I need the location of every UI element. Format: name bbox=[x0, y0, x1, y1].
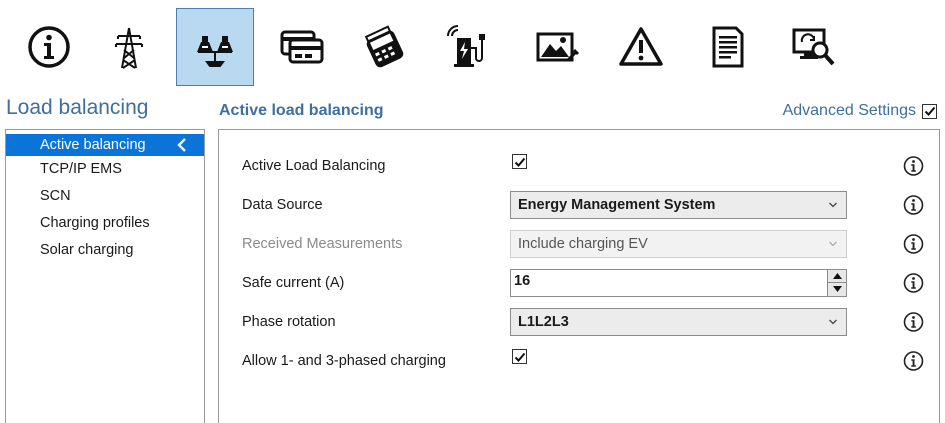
info-icon[interactable] bbox=[903, 350, 924, 371]
sidebar-item-solar-charging[interactable]: Solar charging bbox=[6, 237, 204, 264]
panel-title: Active load balancing bbox=[219, 102, 384, 119]
active-load-balancing-checkbox[interactable] bbox=[512, 154, 527, 169]
card-terminal-icon bbox=[364, 25, 404, 68]
ev-charger-icon bbox=[447, 25, 485, 67]
sidebar-item-charging-profiles[interactable]: Charging profiles bbox=[6, 210, 204, 237]
document-icon bbox=[712, 26, 744, 68]
toolbar-load-balancing-button[interactable] bbox=[176, 8, 254, 86]
data-source-value: Energy Management System bbox=[518, 196, 716, 213]
phase-rotation-label: Phase rotation bbox=[242, 313, 336, 330]
settings-panel: Active Load Balancing Data Source Energy… bbox=[218, 129, 940, 423]
triangle-down-icon bbox=[832, 286, 842, 293]
check-icon bbox=[924, 106, 935, 116]
safe-current-stepper[interactable]: 16 bbox=[510, 268, 847, 297]
safe-current-label: Safe current (A) bbox=[242, 274, 345, 291]
toolbar-display-image-button[interactable] bbox=[518, 8, 596, 86]
advanced-settings-toggle[interactable]: Advanced Settings bbox=[783, 102, 937, 120]
active-load-balancing-row: Active Load Balancing bbox=[219, 146, 941, 185]
sidebar-item-label: TCP/IP EMS bbox=[40, 161, 122, 177]
display-image-icon bbox=[536, 32, 580, 62]
phase-rotation-row: Phase rotation L1L2L3 bbox=[219, 302, 941, 341]
info-icon[interactable] bbox=[903, 311, 924, 332]
info-icon bbox=[28, 26, 70, 68]
triangle-up-icon bbox=[832, 272, 842, 279]
chevron-left-icon bbox=[177, 138, 186, 152]
stepper-buttons bbox=[827, 269, 846, 296]
payment-card-icon bbox=[280, 30, 324, 64]
sidebar-item-scn[interactable]: SCN bbox=[6, 183, 204, 210]
received-measurements-row: Received Measurements Include charging E… bbox=[219, 224, 941, 263]
chevron-down-icon bbox=[829, 319, 837, 324]
check-icon bbox=[514, 352, 525, 362]
warning-icon bbox=[619, 27, 663, 66]
data-source-select[interactable]: Energy Management System bbox=[510, 190, 847, 219]
main-toolbar bbox=[0, 0, 945, 90]
toolbar-info-button[interactable] bbox=[10, 8, 88, 86]
advanced-settings-checkbox[interactable] bbox=[922, 103, 937, 119]
sidebar-item-label: SCN bbox=[40, 188, 71, 204]
allow-phased-charging-checkbox[interactable] bbox=[512, 349, 527, 364]
active-load-balancing-label: Active Load Balancing bbox=[242, 157, 386, 174]
remote-diagnostics-icon bbox=[792, 28, 835, 66]
stepper-down-button[interactable] bbox=[828, 282, 846, 296]
toolbar-payment-card-button[interactable] bbox=[262, 8, 340, 86]
toolbar-ev-charger-button[interactable] bbox=[428, 8, 506, 86]
chevron-down-icon bbox=[829, 202, 837, 207]
sidebar-item-label: Solar charging bbox=[40, 242, 134, 258]
toolbar-card-terminal-button[interactable] bbox=[346, 8, 424, 86]
toolbar-remote-diagnostics-button[interactable] bbox=[774, 8, 852, 86]
info-icon[interactable] bbox=[903, 272, 924, 293]
data-source-label: Data Source bbox=[242, 196, 323, 213]
received-measurements-label: Received Measurements bbox=[242, 235, 403, 252]
allow-phased-charging-row: Allow 1- and 3-phased charging bbox=[219, 341, 941, 380]
load-balancing-icon bbox=[197, 36, 233, 67]
section-title: Load balancing bbox=[6, 96, 149, 119]
sidebar-item-tcpip-ems[interactable]: TCP/IP EMS bbox=[6, 156, 204, 183]
data-source-row: Data Source Energy Management System bbox=[219, 185, 941, 224]
phase-rotation-value: L1L2L3 bbox=[518, 313, 569, 330]
sidebar-item-label: Charging profiles bbox=[40, 215, 150, 231]
toolbar-power-grid-button[interactable] bbox=[90, 8, 168, 86]
allow-phased-charging-label: Allow 1- and 3-phased charging bbox=[242, 352, 446, 369]
power-grid-icon bbox=[115, 27, 143, 69]
phase-rotation-select[interactable]: L1L2L3 bbox=[510, 307, 847, 336]
info-icon[interactable] bbox=[903, 233, 924, 254]
toolbar-warning-button[interactable] bbox=[602, 8, 680, 86]
safe-current-row: Safe current (A) 16 bbox=[219, 263, 941, 302]
advanced-settings-label: Advanced Settings bbox=[782, 102, 916, 119]
toolbar-document-button[interactable] bbox=[688, 8, 766, 86]
stepper-up-button[interactable] bbox=[828, 269, 846, 282]
sidebar-item-label: Active balancing bbox=[40, 137, 146, 153]
info-icon[interactable] bbox=[903, 194, 924, 215]
received-measurements-value: Include charging EV bbox=[518, 235, 648, 252]
sidebar-item-active-balancing[interactable]: Active balancing bbox=[6, 134, 204, 156]
safe-current-value: 16 bbox=[514, 272, 531, 289]
sidebar-nav: Active balancing TCP/IP EMS SCN Charging… bbox=[5, 129, 205, 423]
check-icon bbox=[514, 157, 525, 167]
chevron-down-icon bbox=[829, 241, 837, 246]
received-measurements-select[interactable]: Include charging EV bbox=[510, 229, 847, 258]
info-icon[interactable] bbox=[903, 155, 924, 176]
